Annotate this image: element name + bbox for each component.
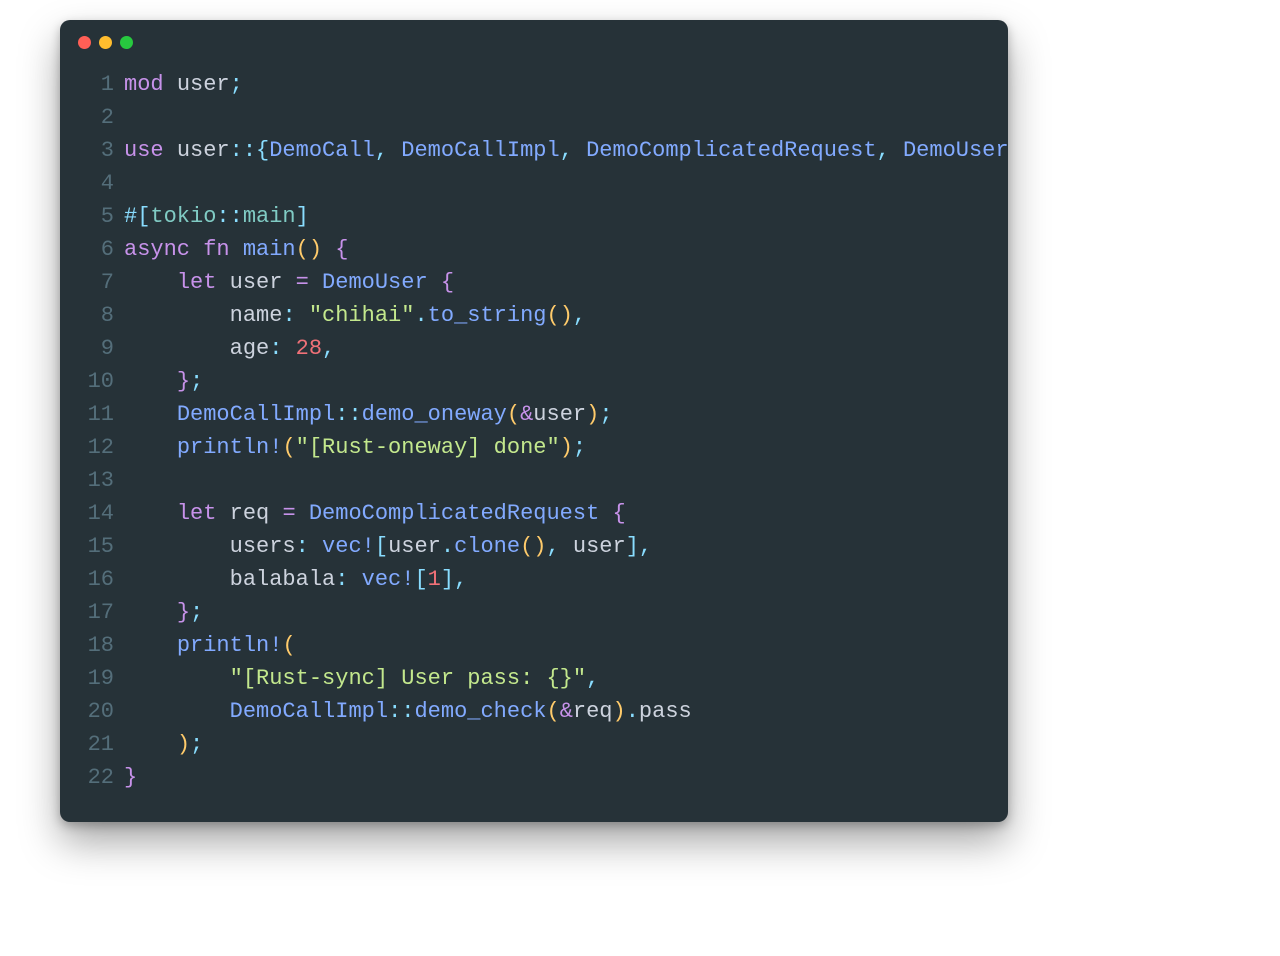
maximize-icon[interactable] bbox=[120, 36, 133, 49]
line-content: ); bbox=[124, 728, 203, 761]
line-content: use user::{DemoCall, DemoCallImpl, DemoC… bbox=[124, 134, 1008, 167]
line-content: age: 28, bbox=[124, 332, 335, 365]
line-content: DemoCallImpl::demo_check(&req).pass bbox=[124, 695, 692, 728]
line-number: 19 bbox=[60, 662, 124, 695]
code-line: 6async fn main() { bbox=[60, 233, 988, 266]
line-content: } bbox=[124, 761, 137, 794]
line-content: name: "chihai".to_string(), bbox=[124, 299, 586, 332]
close-icon[interactable] bbox=[78, 36, 91, 49]
code-line: 2 bbox=[60, 101, 988, 134]
line-number: 18 bbox=[60, 629, 124, 662]
line-number: 5 bbox=[60, 200, 124, 233]
code-line: 17 }; bbox=[60, 596, 988, 629]
line-number: 20 bbox=[60, 695, 124, 728]
line-content: println!("[Rust-oneway] done"); bbox=[124, 431, 586, 464]
code-editor[interactable]: 1mod user;2 3use user::{DemoCall, DemoCa… bbox=[60, 64, 1008, 794]
line-number: 13 bbox=[60, 464, 124, 497]
line-number: 9 bbox=[60, 332, 124, 365]
code-line: 21 ); bbox=[60, 728, 988, 761]
code-line: 3use user::{DemoCall, DemoCallImpl, Demo… bbox=[60, 134, 988, 167]
line-number: 8 bbox=[60, 299, 124, 332]
line-number: 22 bbox=[60, 761, 124, 794]
code-window: 1mod user;2 3use user::{DemoCall, DemoCa… bbox=[60, 20, 1008, 822]
line-number: 12 bbox=[60, 431, 124, 464]
code-line: 12 println!("[Rust-oneway] done"); bbox=[60, 431, 988, 464]
code-line: 9 age: 28, bbox=[60, 332, 988, 365]
code-line: 18 println!( bbox=[60, 629, 988, 662]
line-number: 6 bbox=[60, 233, 124, 266]
line-number: 11 bbox=[60, 398, 124, 431]
line-content: users: vec![user.clone(), user], bbox=[124, 530, 652, 563]
code-line: 13 bbox=[60, 464, 988, 497]
line-number: 3 bbox=[60, 134, 124, 167]
code-line: 19 "[Rust-sync] User pass: {}", bbox=[60, 662, 988, 695]
minimize-icon[interactable] bbox=[99, 36, 112, 49]
code-line: 4 bbox=[60, 167, 988, 200]
code-line: 11 DemoCallImpl::demo_oneway(&user); bbox=[60, 398, 988, 431]
code-line: 1mod user; bbox=[60, 68, 988, 101]
code-line: 20 DemoCallImpl::demo_check(&req).pass bbox=[60, 695, 988, 728]
line-number: 21 bbox=[60, 728, 124, 761]
line-number: 15 bbox=[60, 530, 124, 563]
line-content: let req = DemoComplicatedRequest { bbox=[124, 497, 626, 530]
line-content: #[tokio::main] bbox=[124, 200, 309, 233]
line-number: 4 bbox=[60, 167, 124, 200]
line-content: }; bbox=[124, 365, 203, 398]
line-content: }; bbox=[124, 596, 203, 629]
line-content: let user = DemoUser { bbox=[124, 266, 454, 299]
line-number: 7 bbox=[60, 266, 124, 299]
line-content bbox=[124, 101, 137, 134]
code-line: 5#[tokio::main] bbox=[60, 200, 988, 233]
line-content bbox=[124, 167, 137, 200]
line-content: mod user; bbox=[124, 68, 243, 101]
line-number: 2 bbox=[60, 101, 124, 134]
code-line: 10 }; bbox=[60, 365, 988, 398]
line-number: 10 bbox=[60, 365, 124, 398]
line-content: "[Rust-sync] User pass: {}", bbox=[124, 662, 599, 695]
line-number: 1 bbox=[60, 68, 124, 101]
line-content: balabala: vec![1], bbox=[124, 563, 467, 596]
line-number: 14 bbox=[60, 497, 124, 530]
line-number: 16 bbox=[60, 563, 124, 596]
code-line: 14 let req = DemoComplicatedRequest { bbox=[60, 497, 988, 530]
code-line: 7 let user = DemoUser { bbox=[60, 266, 988, 299]
code-line: 22} bbox=[60, 761, 988, 794]
code-line: 15 users: vec![user.clone(), user], bbox=[60, 530, 988, 563]
line-content: println!( bbox=[124, 629, 296, 662]
line-content: async fn main() { bbox=[124, 233, 348, 266]
window-titlebar bbox=[60, 20, 1008, 64]
line-number: 17 bbox=[60, 596, 124, 629]
line-content bbox=[124, 464, 137, 497]
code-line: 8 name: "chihai".to_string(), bbox=[60, 299, 988, 332]
line-content: DemoCallImpl::demo_oneway(&user); bbox=[124, 398, 613, 431]
code-line: 16 balabala: vec![1], bbox=[60, 563, 988, 596]
